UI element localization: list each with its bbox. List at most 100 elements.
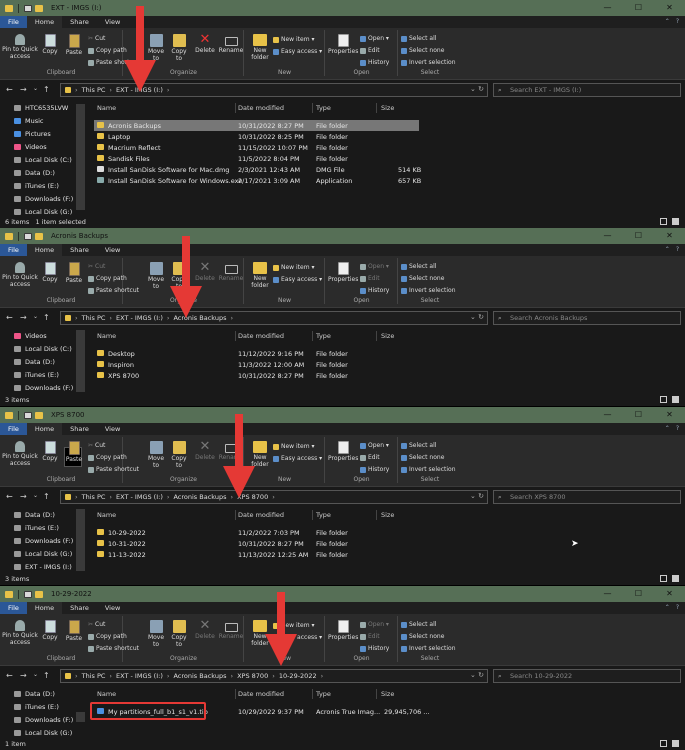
open-button[interactable]: Open ▾ (360, 263, 389, 270)
nav-item-videos[interactable]: Videos (14, 143, 47, 151)
properties-icon[interactable] (24, 232, 32, 240)
up-arrow-icon[interactable]: ↑ (43, 313, 50, 322)
breadcrumb-this-pc[interactable]: This PC (82, 672, 106, 680)
column-header-name[interactable]: Name (97, 104, 116, 112)
copy-path-button[interactable]: Copy path (88, 47, 127, 54)
select-all-button[interactable]: Select all (401, 35, 436, 42)
nav-scrollbar[interactable] (76, 104, 85, 210)
nav-item-data-d[interactable]: Data (D:) (14, 169, 55, 177)
tab-home[interactable]: Home (26, 16, 63, 28)
search-input[interactable]: ⌕ Search XPS 8700 (493, 490, 681, 504)
invert-selection-button[interactable]: Invert selection (401, 59, 456, 66)
tab-share[interactable]: Share (62, 602, 97, 614)
maximize-button[interactable]: ☐ (623, 407, 654, 423)
history-button[interactable]: History (360, 645, 389, 652)
nav-item-data-d[interactable]: Data (D:) (14, 358, 55, 366)
open-button[interactable]: Open ▾ (360, 35, 389, 42)
recent-chevron-icon[interactable]: ⌄ (33, 671, 38, 678)
column-header-date[interactable]: Date modified (238, 511, 284, 519)
address-bar[interactable]: › This PC › EXT - IMGS (I:) › Acronis Back… (60, 490, 488, 504)
up-arrow-icon[interactable]: ↑ (43, 492, 50, 501)
invert-selection-button[interactable]: Invert selection (401, 287, 456, 294)
details-view-icon[interactable] (660, 575, 667, 582)
large-icons-view-icon[interactable] (672, 575, 679, 582)
edit-button[interactable]: Edit (360, 454, 380, 461)
easy-access-button[interactable]: Easy access ▾ (273, 276, 322, 283)
copy-button[interactable]: Copy (40, 34, 60, 55)
title-bar[interactable]: EXT - IMGS (I:) — ☐ ✕ (0, 0, 685, 16)
up-arrow-icon[interactable]: ↑ (43, 85, 50, 94)
properties-button[interactable]: Properties (328, 34, 358, 55)
select-none-button[interactable]: Select none (401, 47, 444, 54)
tab-home[interactable]: Home (26, 423, 63, 435)
nav-item-local-disk-g[interactable]: Local Disk (G:) (14, 729, 72, 737)
nav-item-local-disk-g[interactable]: Local Disk (G:) (14, 550, 72, 558)
table-row[interactable]: Sandisk Files 11/5/2022 8:04 PM File folde… (94, 153, 419, 164)
tab-view[interactable]: View (97, 602, 128, 614)
breadcrumb-this-pc[interactable]: This PC (82, 493, 106, 501)
large-icons-view-icon[interactable] (672, 740, 679, 747)
history-button[interactable]: History (360, 466, 389, 473)
copy-path-button[interactable]: Copy path (88, 633, 127, 640)
cut-button[interactable]: ✂ Cut (88, 442, 105, 449)
chevron-up-icon[interactable]: ⌃ (665, 246, 670, 253)
tab-view[interactable]: View (97, 244, 128, 256)
nav-item-pictures[interactable]: Pictures (14, 130, 51, 138)
select-all-button[interactable]: Select all (401, 442, 436, 449)
cut-button[interactable]: ✂ Cut (88, 621, 105, 628)
new-folder-icon[interactable] (35, 232, 43, 240)
minimize-button[interactable]: — (592, 586, 623, 602)
close-button[interactable]: ✕ (654, 228, 685, 244)
copy-button[interactable]: Copy (40, 620, 60, 641)
title-bar[interactable]: XPS 8700 — ☐ ✕ (0, 407, 685, 423)
help-icon[interactable]: ? (676, 604, 679, 611)
copy-to-button[interactable]: Copy to (168, 620, 190, 648)
column-header-size[interactable]: Size (381, 104, 394, 112)
back-arrow-icon[interactable]: ← (6, 313, 13, 322)
column-header-type[interactable]: Type (316, 332, 331, 340)
details-view-icon[interactable] (660, 740, 667, 747)
minimize-button[interactable]: — (592, 0, 623, 16)
history-button[interactable]: History (360, 59, 389, 66)
nav-item-local-disk-c[interactable]: Local Disk (C:) (14, 345, 72, 353)
table-row[interactable]: 10-29-2022 11/2/2022 7:03 PM File folder (94, 527, 419, 538)
tab-view[interactable]: View (97, 423, 128, 435)
properties-icon[interactable] (24, 411, 32, 419)
table-row[interactable]: Desktop 11/12/2022 9:16 PM File folder (94, 348, 419, 359)
table-row[interactable]: 10-31-2022 10/31/2022 8:27 PM File folder (94, 538, 419, 549)
copy-button[interactable]: Copy (40, 441, 60, 462)
new-folder-icon[interactable] (35, 4, 43, 12)
chevron-up-icon[interactable]: ⌃ (665, 18, 670, 25)
paste-button[interactable]: Paste (62, 34, 86, 56)
forward-arrow-icon[interactable]: → (20, 492, 27, 501)
breadcrumb-acronis-backups[interactable]: Acronis Backups (173, 493, 226, 501)
column-header-name[interactable]: Name (97, 332, 116, 340)
recent-chevron-icon[interactable]: ⌄ (33, 85, 38, 92)
tab-file[interactable]: File (0, 16, 27, 28)
recent-chevron-icon[interactable]: ⌄ (33, 313, 38, 320)
nav-item-downloads-f[interactable]: Downloads (F:) (14, 537, 73, 545)
table-row[interactable]: Install SanDisk Software for Mac.dmg 2/3/… (94, 164, 421, 175)
address-bar[interactable]: › This PC › EXT - IMGS (I:) › Acronis Back… (60, 669, 488, 683)
properties-button[interactable]: Properties (328, 262, 358, 283)
pin-button[interactable]: Pin to Quick access (2, 262, 38, 288)
open-button[interactable]: Open ▾ (360, 442, 389, 449)
chevron-up-icon[interactable]: ⌃ (665, 425, 670, 432)
column-header-type[interactable]: Type (316, 690, 331, 698)
history-button[interactable]: History (360, 287, 389, 294)
column-header-name[interactable]: Name (97, 690, 116, 698)
table-row[interactable]: Macrium Reflect 11/15/2022 10:07 PM File f… (94, 142, 419, 153)
properties-button[interactable]: Properties (328, 620, 358, 641)
select-none-button[interactable]: Select none (401, 633, 444, 640)
nav-item-downloads-f[interactable]: Downloads (F:) (14, 195, 73, 203)
nav-item-itunes-e[interactable]: iTunes (E:) (14, 524, 59, 532)
delete-button[interactable]: ✕ Delete (194, 33, 216, 54)
back-arrow-icon[interactable]: ← (6, 671, 13, 680)
chevron-up-icon[interactable]: ⌃ (665, 604, 670, 611)
forward-arrow-icon[interactable]: → (20, 671, 27, 680)
pin-button[interactable]: Pin to Quick access (2, 441, 38, 467)
tab-file[interactable]: File (0, 244, 27, 256)
column-header-type[interactable]: Type (316, 104, 331, 112)
copy-button[interactable]: Copy (40, 262, 60, 283)
refresh-icon[interactable]: ⌄ ↻ (470, 313, 484, 321)
